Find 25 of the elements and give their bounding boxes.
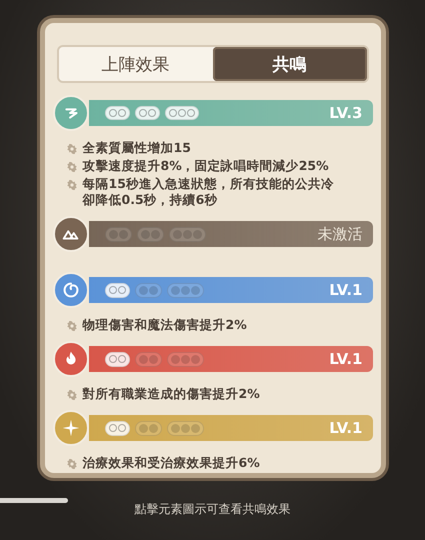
resonance-bar[interactable]: LV.1	[88, 415, 372, 441]
effect-text: 對所有職業造成的傷害提升2%	[82, 386, 261, 402]
resonance-bar[interactable]: LV.1	[88, 277, 372, 303]
element-icon[interactable]	[52, 95, 88, 131]
element-icon[interactable]	[52, 341, 88, 377]
resonance-bar[interactable]: 未激活	[88, 221, 372, 247]
effect-text: 物理傷害和魔法傷害提升2%	[82, 317, 248, 333]
level-label: LV.1	[329, 281, 362, 299]
effect-text: 每隔15秒進入急速狀態，所有技能的公共冷卻降低0.5秒，持續6秒	[82, 176, 335, 208]
resonance-bar[interactable]: LV.3	[88, 100, 372, 126]
tab[interactable]: 共鳴	[212, 47, 366, 81]
effect-text: 全素質屬性增加15	[82, 140, 192, 156]
element-icon[interactable]	[52, 272, 88, 308]
resonance-bar[interactable]: LV.1	[88, 346, 372, 372]
scrollbar	[0, 498, 68, 503]
tab[interactable]: 上陣效果	[58, 47, 212, 81]
element-icon[interactable]	[52, 216, 88, 252]
hint-text: 點擊元素圖示可查看共鳴效果	[134, 500, 290, 518]
level-label: LV.3	[329, 104, 362, 122]
level-label: LV.1	[329, 419, 362, 437]
element-icon[interactable]	[52, 410, 88, 446]
level-label: LV.1	[329, 350, 362, 368]
level-label: 未激活	[318, 224, 362, 244]
effect-text: 攻擊速度提升8%，固定詠唱時間減少25%	[82, 158, 330, 174]
effect-text: 治療效果和受治療效果提升6%	[82, 455, 261, 471]
